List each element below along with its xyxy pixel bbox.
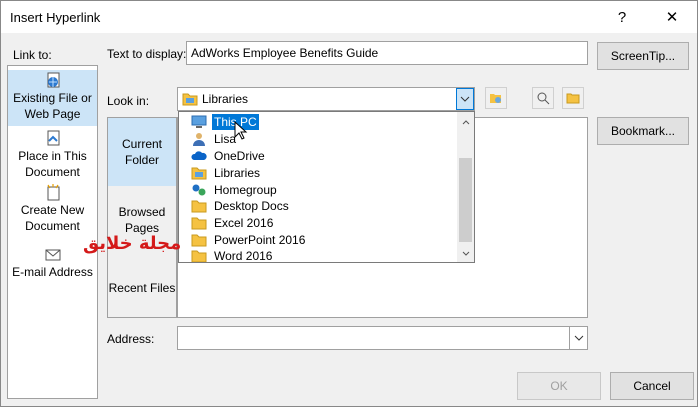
dropdown-item-lisa[interactable]: Lisa xyxy=(179,131,455,147)
dropdown-item-desktop-docs[interactable]: Desktop Docs xyxy=(179,198,455,214)
dropdown-item-label: Homegroup xyxy=(214,183,277,197)
link-to-label: Link to: xyxy=(13,48,52,62)
libraries-folder-icon xyxy=(191,167,207,180)
nav-current-folder-line2: Folder xyxy=(124,153,159,167)
scroll-down-arrow[interactable] xyxy=(457,245,474,262)
folder-icon xyxy=(191,200,207,213)
chevron-down-icon xyxy=(462,251,469,256)
chevron-down-icon xyxy=(460,96,470,102)
email-icon xyxy=(45,249,60,261)
watermark-text: مجلة خلايق xyxy=(83,233,182,254)
look-in-label: Look in: xyxy=(107,94,150,108)
link-place-in-document[interactable]: Place in This Document xyxy=(8,128,97,182)
dropdown-item-label: Lisa xyxy=(214,132,237,146)
help-button[interactable]: ? xyxy=(607,7,637,29)
dropdown-item-label: Desktop Docs xyxy=(214,199,289,213)
close-button[interactable]: ✕ xyxy=(657,7,687,29)
dropdown-item-libraries[interactable]: Libraries xyxy=(179,165,455,181)
link-create-new-document[interactable]: Create New Document xyxy=(8,182,97,236)
look-in-value: Libraries xyxy=(202,92,249,106)
text-to-display-input[interactable]: AdWorks Employee Benefits Guide xyxy=(186,41,588,65)
browse-file-icon xyxy=(537,92,550,105)
dropdown-item-label: PowerPoint 2016 xyxy=(214,233,306,247)
globe-file-icon xyxy=(47,72,59,88)
nav-recent-files[interactable]: Recent Files xyxy=(108,280,176,298)
cancel-button[interactable]: Cancel xyxy=(610,372,694,400)
document-place-icon xyxy=(47,130,59,146)
browse-file-button[interactable] xyxy=(532,87,554,109)
link-create-label-1: Create New xyxy=(20,203,85,217)
look-in-dropdown-list[interactable]: This PC Lisa OneDrive Libraries Homegrou… xyxy=(178,111,475,263)
link-place-label-2: Document xyxy=(25,165,80,179)
link-existing-file-label-2: Web Page xyxy=(24,107,81,121)
dropdown-item-label: Libraries xyxy=(214,166,261,180)
libraries-folder-icon xyxy=(182,93,198,106)
address-dropdown-arrow[interactable] xyxy=(569,327,587,349)
link-create-label-2: Document xyxy=(25,219,80,233)
dropdown-scrollbar[interactable] xyxy=(457,112,474,262)
nav-browsed-pages-line1: Browsed xyxy=(118,205,166,219)
link-to-bar: Existing File or Web Page Place in This … xyxy=(7,65,98,399)
mouse-cursor-icon xyxy=(234,121,248,140)
new-document-icon xyxy=(47,184,59,201)
link-place-label-1: Place in This xyxy=(18,149,87,163)
dropdown-item-excel-2016[interactable]: Excel 2016 xyxy=(179,215,455,231)
onedrive-icon xyxy=(191,151,207,160)
dropdown-item-onedrive[interactable]: OneDrive xyxy=(179,148,455,164)
nav-pane: Current Folder Browsed Pages Recent File… xyxy=(107,117,177,318)
insert-hyperlink-dialog: Insert Hyperlink ? ✕ Link to: Existing F… xyxy=(0,0,698,407)
look-in-combobox[interactable]: Libraries xyxy=(177,87,475,111)
dropdown-item-label: Word 2016 xyxy=(214,249,273,263)
browse-folder-icon xyxy=(566,93,580,104)
dropdown-item-this-pc[interactable]: This PC xyxy=(179,114,455,130)
folder-icon xyxy=(191,234,207,247)
browse-folder-button[interactable] xyxy=(562,87,584,109)
link-existing-file[interactable]: Existing File or Web Page xyxy=(8,70,97,126)
dropdown-item-word-2016[interactable]: Word 2016 xyxy=(179,248,455,263)
browse-web-button[interactable] xyxy=(485,87,507,109)
user-icon xyxy=(193,133,205,146)
chevron-up-icon xyxy=(462,120,469,125)
look-in-dropdown-arrow[interactable] xyxy=(456,88,474,110)
bookmark-button[interactable]: Bookmark... xyxy=(597,117,689,145)
link-email-label-1: E-mail Address xyxy=(12,265,93,279)
homegroup-icon xyxy=(192,184,206,196)
text-to-display-label: Text to display: xyxy=(107,47,187,61)
link-existing-file-label-1: Existing File or xyxy=(13,91,92,105)
scroll-up-arrow[interactable] xyxy=(457,114,474,131)
browse-web-icon xyxy=(490,94,501,103)
address-label: Address: xyxy=(107,332,155,346)
dropdown-item-homegroup[interactable]: Homegroup xyxy=(179,182,455,198)
dropdown-item-label: OneDrive xyxy=(214,149,265,163)
screentip-button[interactable]: ScreenTip... xyxy=(597,42,689,70)
scroll-thumb[interactable] xyxy=(459,158,472,242)
folder-icon xyxy=(191,217,207,230)
folder-icon xyxy=(191,250,207,262)
ok-button[interactable]: OK xyxy=(517,372,601,400)
window-title: Insert Hyperlink xyxy=(10,10,101,25)
dropdown-item-powerpoint-2016[interactable]: PowerPoint 2016 xyxy=(179,232,455,248)
address-input[interactable] xyxy=(177,326,588,350)
this-pc-icon xyxy=(191,115,207,128)
chevron-down-icon xyxy=(574,335,583,341)
dropdown-item-label: Excel 2016 xyxy=(214,216,274,230)
nav-current-folder-line1: Current xyxy=(121,137,162,151)
title-bar: Insert Hyperlink ? ✕ xyxy=(1,1,697,33)
nav-current-folder[interactable]: Current Folder xyxy=(108,118,176,186)
